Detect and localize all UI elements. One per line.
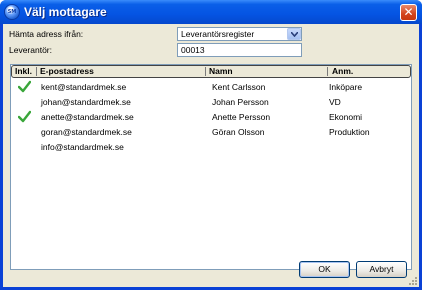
table-row[interactable]: kent@standardmek.se Kent Carlsson Inköpa… xyxy=(11,80,411,95)
cancel-button[interactable]: Avbryt xyxy=(356,261,407,278)
name-cell: Johan Persson xyxy=(212,97,269,107)
list-header: Inkl. E-postadress Namn Anm. xyxy=(11,65,411,78)
chevron-down-icon xyxy=(291,32,298,37)
dialog-window: SM Välj mottagare ✕ Hämta adress ifrån: … xyxy=(0,0,422,290)
table-row[interactable]: johan@standardmek.se Johan Persson VD xyxy=(11,95,411,110)
source-label: Hämta adress ifrån: xyxy=(9,29,84,39)
note-cell: Inköpare xyxy=(329,82,363,92)
email-cell: info@standardmek.se xyxy=(41,142,124,152)
resize-grip-icon[interactable] xyxy=(407,275,417,285)
column-divider[interactable] xyxy=(205,67,206,76)
supplier-label: Leverantör: xyxy=(9,45,52,55)
name-cell: Kent Carlsson xyxy=(212,82,266,92)
recipient-list[interactable]: Inkl. E-postadress Namn Anm. kent@standa… xyxy=(10,64,412,270)
email-cell: anette@standardmek.se xyxy=(41,112,134,122)
note-cell: VD xyxy=(329,97,341,107)
supplier-input-value: 00013 xyxy=(181,45,205,55)
app-icon: SM xyxy=(4,4,20,20)
close-button[interactable]: ✕ xyxy=(400,4,417,21)
name-cell: Anette Persson xyxy=(212,112,271,122)
column-header-included[interactable]: Inkl. xyxy=(15,66,32,77)
name-cell: Göran Olsson xyxy=(212,127,265,137)
table-row[interactable]: info@standardmek.se xyxy=(11,140,411,155)
source-select-value: Leverantörsregister xyxy=(181,29,255,39)
dropdown-button[interactable] xyxy=(287,28,301,40)
supplier-input[interactable]: 00013 xyxy=(177,43,302,57)
checkmark-icon[interactable] xyxy=(18,110,31,123)
table-row[interactable]: goran@standardmek.se Göran Olsson Produk… xyxy=(11,125,411,140)
checkmark-icon[interactable] xyxy=(18,80,31,93)
column-divider[interactable] xyxy=(36,67,37,76)
ok-button[interactable]: OK xyxy=(299,261,350,278)
email-cell: johan@standardmek.se xyxy=(41,97,131,107)
column-divider[interactable] xyxy=(327,67,328,76)
title-bar[interactable]: SM Välj mottagare ✕ xyxy=(0,0,422,24)
source-select[interactable]: Leverantörsregister xyxy=(177,27,302,41)
column-header-email[interactable]: E-postadress xyxy=(40,66,94,77)
column-header-name[interactable]: Namn xyxy=(209,66,233,77)
note-cell: Ekonomi xyxy=(329,112,363,122)
window-title: Välj mottagare xyxy=(24,5,107,19)
table-row[interactable]: anette@standardmek.se Anette Persson Eko… xyxy=(11,110,411,125)
dialog-client: Hämta adress ifrån: Leverantörsregister … xyxy=(3,24,419,287)
email-cell: goran@standardmek.se xyxy=(41,127,132,137)
column-header-note[interactable]: Anm. xyxy=(332,66,353,77)
email-cell: kent@standardmek.se xyxy=(41,82,127,92)
note-cell: Produktion xyxy=(329,127,370,137)
